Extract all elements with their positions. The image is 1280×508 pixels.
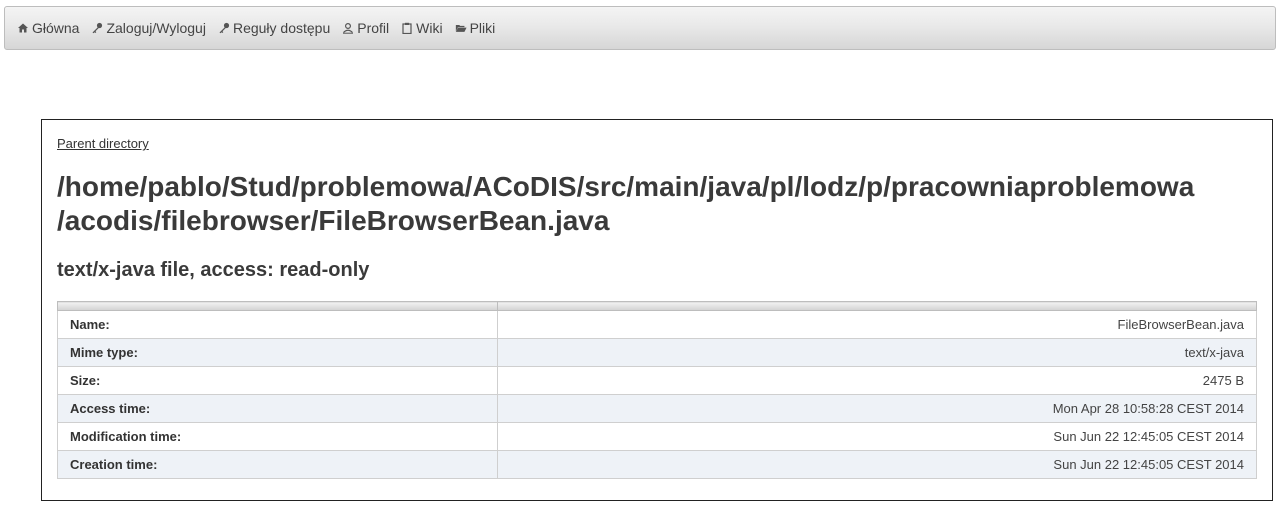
- key-icon: [218, 22, 230, 34]
- table-header-row: [57, 301, 1257, 311]
- table-row: Modification time: Sun Jun 22 12:45:05 C…: [57, 422, 1257, 451]
- top-navbar: Główna Zaloguj/Wyloguj Reguły dostępu Pr…: [4, 6, 1276, 50]
- table-row: Size: 2475 B: [57, 366, 1257, 395]
- file-path-title: /home/pablo/Stud/problemowa/ACoDIS/src/m…: [57, 170, 1257, 238]
- row-label: Modification time:: [57, 422, 498, 451]
- clipboard-icon: [401, 22, 413, 34]
- row-label: Mime type:: [57, 338, 498, 367]
- nav-item-label: Profil: [357, 20, 390, 36]
- row-value: Sun Jun 22 12:45:05 CEST 2014: [497, 422, 1257, 451]
- row-label: Access time:: [57, 394, 498, 423]
- file-path-line-2: /acodis/filebrowser/FileBrowserBean.java: [57, 205, 610, 236]
- table-header-cell: [497, 301, 1257, 311]
- row-value: 2475 B: [497, 366, 1257, 395]
- nav-item-profil[interactable]: Profil: [342, 20, 389, 36]
- nav-item-zaloguj-wyloguj[interactable]: Zaloguj/Wyloguj: [91, 20, 206, 36]
- nav-item-reguly-dostepu[interactable]: Reguły dostępu: [218, 20, 330, 36]
- table-header-cell: [57, 301, 498, 311]
- nav-item-wiki[interactable]: Wiki: [401, 20, 443, 36]
- row-value: Sun Jun 22 12:45:05 CEST 2014: [497, 450, 1257, 479]
- nav-item-label: Wiki: [416, 20, 443, 36]
- nav-item-glowna[interactable]: Główna: [17, 20, 79, 36]
- row-value: FileBrowserBean.java: [497, 310, 1257, 339]
- file-type-subtitle: text/x-java file, access: read-only: [57, 259, 370, 281]
- home-icon: [17, 22, 29, 34]
- nav-item-label: Główna: [32, 20, 80, 36]
- file-path-line-1: /home/pablo/Stud/problemowa/ACoDIS/src/m…: [57, 171, 1195, 202]
- row-label: Creation time:: [57, 450, 498, 479]
- user-icon: [342, 22, 354, 34]
- folder-open-icon: [455, 22, 467, 34]
- row-label: Size:: [57, 366, 498, 395]
- row-label: Name:: [57, 310, 498, 339]
- file-info-table: Name: FileBrowserBean.java Mime type: te…: [57, 301, 1257, 479]
- table-row: Creation time: Sun Jun 22 12:45:05 CEST …: [57, 450, 1257, 479]
- table-row: Mime type: text/x-java: [57, 338, 1257, 367]
- nav-item-pliki[interactable]: Pliki: [455, 20, 496, 36]
- row-value: text/x-java: [497, 338, 1257, 367]
- row-value: Mon Apr 28 10:58:28 CEST 2014: [497, 394, 1257, 423]
- key-icon: [91, 22, 103, 34]
- nav-item-label: Reguły dostępu: [232, 20, 331, 36]
- nav-item-label: Zaloguj/Wyloguj: [106, 20, 206, 36]
- parent-directory-link[interactable]: Parent directory: [57, 136, 149, 151]
- table-row: Name: FileBrowserBean.java: [57, 310, 1257, 339]
- table-row: Access time: Mon Apr 28 10:58:28 CEST 20…: [57, 394, 1257, 423]
- file-details-panel: Parent directory /home/pablo/Stud/proble…: [41, 119, 1273, 501]
- nav-item-label: Pliki: [469, 20, 496, 36]
